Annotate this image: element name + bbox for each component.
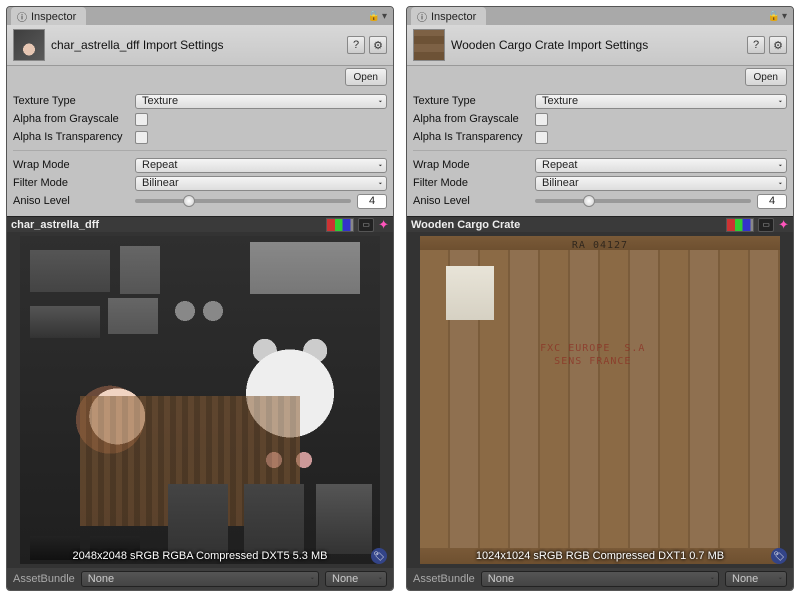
open-button[interactable]: Open <box>745 68 787 86</box>
texture-preview[interactable]: 2048x2048 sRGB RGBA Compressed DXT5 5.3 … <box>7 232 393 568</box>
aniso-level-value[interactable]: 4 <box>357 194 387 209</box>
texture-canvas: RA 04127 FXC EUROPE S.A SENS FRANCE <box>420 236 780 564</box>
mip-slider-icon[interactable]: ▭ <box>758 218 774 232</box>
wrap-mode-label: Wrap Mode <box>13 159 131 171</box>
texture-type-label: Texture Type <box>413 95 531 107</box>
rgba-channels-icon[interactable] <box>726 218 754 232</box>
asset-thumbnail <box>413 29 445 61</box>
alpha-grayscale-checkbox[interactable] <box>135 113 148 126</box>
info-icon: ⓘ <box>17 9 27 24</box>
assetbundle-variant-dropdown[interactable]: None <box>325 571 387 587</box>
aniso-level-slider[interactable] <box>135 199 351 203</box>
filter-mode-label: Filter Mode <box>13 177 131 189</box>
help-icon[interactable]: ? <box>747 36 765 54</box>
asset-title: char_astrella_dff Import Settings <box>51 38 341 52</box>
aniso-level-value[interactable]: 4 <box>757 194 787 209</box>
wrap-mode-label: Wrap Mode <box>413 159 531 171</box>
aniso-level-label: Aniso Level <box>413 195 531 207</box>
texture-type-dropdown[interactable]: Texture <box>535 94 787 109</box>
texture-type-dropdown[interactable]: Texture <box>135 94 387 109</box>
alpha-transparency-label: Alpha Is Transparency <box>413 131 531 143</box>
asset-header: char_astrella_dff Import Settings ? ⚙ <box>7 25 393 66</box>
mip-slider-icon[interactable]: ▭ <box>358 218 374 232</box>
alpha-grayscale-label: Alpha from Grayscale <box>413 113 531 125</box>
import-settings-form: Texture Type Texture Alpha from Grayscal… <box>407 90 793 216</box>
assetbundle-name-dropdown[interactable]: None <box>81 571 319 587</box>
assetbundle-footer: AssetBundle None None <box>407 568 793 590</box>
filter-mode-label: Filter Mode <box>413 177 531 189</box>
aniso-level-label: Aniso Level <box>13 195 131 207</box>
tab-label: Inspector <box>31 11 76 23</box>
assetbundle-name-dropdown[interactable]: None <box>481 571 719 587</box>
assetbundle-label: AssetBundle <box>413 573 475 585</box>
tab-inspector[interactable]: ⓘ Inspector <box>411 7 486 25</box>
assetbundle-footer: AssetBundle None None <box>7 568 393 590</box>
preview-toolbar: char_astrella_dff ▭ ✦ <box>7 216 393 232</box>
asset-label-icon[interactable]: 🏷 <box>771 548 787 564</box>
wrap-mode-dropdown[interactable]: Repeat <box>535 158 787 173</box>
open-button[interactable]: Open <box>345 68 387 86</box>
texture-type-label: Texture Type <box>13 95 131 107</box>
filter-mode-dropdown[interactable]: Bilinear <box>135 176 387 191</box>
alpha-transparency-checkbox[interactable] <box>535 131 548 144</box>
preview-title: char_astrella_dff <box>11 219 322 231</box>
aniso-level-slider[interactable] <box>535 199 751 203</box>
tab-label: Inspector <box>431 11 476 23</box>
asset-header: Wooden Cargo Crate Import Settings ? ⚙ <box>407 25 793 66</box>
import-settings-form: Texture Type Texture Alpha from Grayscal… <box>7 90 393 216</box>
tab-bar: ⓘ Inspector 🔒 ▾ <box>7 7 393 25</box>
panel-lock-controls: 🔒 ▾ <box>768 11 789 22</box>
lock-icon[interactable]: 🔒 <box>368 11 380 22</box>
info-icon: ⓘ <box>417 9 427 24</box>
wand-icon[interactable]: ✦ <box>378 217 389 233</box>
crate-stamp-mid: FXC EUROPE S.A SENS FRANCE <box>540 342 645 368</box>
gear-icon[interactable]: ⚙ <box>769 36 787 54</box>
preview-title: Wooden Cargo Crate <box>411 219 722 231</box>
menu-icon[interactable]: ▾ <box>782 11 787 22</box>
help-icon[interactable]: ? <box>347 36 365 54</box>
texture-canvas <box>20 236 380 564</box>
tab-inspector[interactable]: ⓘ Inspector <box>11 7 86 25</box>
asset-thumbnail <box>13 29 45 61</box>
texture-preview[interactable]: RA 04127 FXC EUROPE S.A SENS FRANCE 1024… <box>407 232 793 568</box>
inspector-panel-left: ⓘ Inspector 🔒 ▾ char_astrella_dff Import… <box>6 6 394 591</box>
assetbundle-label: AssetBundle <box>13 573 75 585</box>
gear-icon[interactable]: ⚙ <box>369 36 387 54</box>
crate-stamp-top: RA 04127 <box>572 240 628 251</box>
tab-bar: ⓘ Inspector 🔒 ▾ <box>407 7 793 25</box>
wrap-mode-dropdown[interactable]: Repeat <box>135 158 387 173</box>
inspector-panel-right: ⓘ Inspector 🔒 ▾ Wooden Cargo Crate Impor… <box>406 6 794 591</box>
preview-toolbar: Wooden Cargo Crate ▭ ✦ <box>407 216 793 232</box>
asset-label-icon[interactable]: 🏷 <box>371 548 387 564</box>
alpha-grayscale-label: Alpha from Grayscale <box>13 113 131 125</box>
alpha-transparency-label: Alpha Is Transparency <box>13 131 131 143</box>
panel-lock-controls: 🔒 ▾ <box>368 11 389 22</box>
alpha-grayscale-checkbox[interactable] <box>535 113 548 126</box>
lock-icon[interactable]: 🔒 <box>768 11 780 22</box>
wand-icon[interactable]: ✦ <box>778 217 789 233</box>
filter-mode-dropdown[interactable]: Bilinear <box>535 176 787 191</box>
assetbundle-variant-dropdown[interactable]: None <box>725 571 787 587</box>
rgba-channels-icon[interactable] <box>326 218 354 232</box>
alpha-transparency-checkbox[interactable] <box>135 131 148 144</box>
asset-title: Wooden Cargo Crate Import Settings <box>451 38 741 52</box>
menu-icon[interactable]: ▾ <box>382 11 387 22</box>
